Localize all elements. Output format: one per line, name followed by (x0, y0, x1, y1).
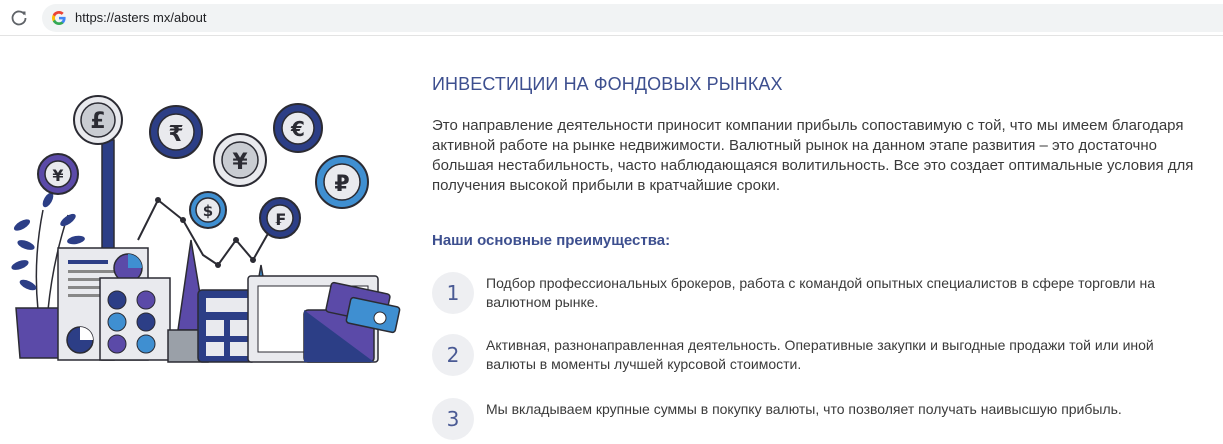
svg-text:¥: ¥ (232, 150, 248, 175)
address-bar[interactable]: https://asters mx/about (42, 4, 1223, 32)
advantage-text: Подбор профессиональных брокеров, работа… (486, 275, 1156, 310)
reload-icon[interactable] (9, 8, 29, 28)
finance-illustration: £ ₹ € ¥ ¥ $ ₽ ₣ (11, 95, 401, 363)
svg-text:¥: ¥ (52, 166, 63, 185)
svg-text:$: $ (203, 202, 213, 220)
advantage-number: 3 (432, 398, 474, 440)
svg-text:£: £ (90, 109, 105, 134)
svg-text:₹: ₹ (168, 122, 183, 147)
advantage-text: Активная, разнонаправленная деятельность… (486, 337, 1154, 372)
document-icon (99, 277, 171, 361)
advantage-text: Мы вкладываем крупные суммы в покупку ва… (486, 401, 1122, 417)
euro-coin-icon: € (273, 103, 323, 153)
yen-coin-icon: ¥ (213, 133, 267, 187)
advantage-item: 1 Подбор профессиональных брокеров, рабо… (432, 272, 1212, 316)
browser-bar: https://asters mx/about (0, 0, 1223, 36)
page-title: ИНВЕСТИЦИИ НА ФОНДОВЫХ РЫНКАХ (432, 74, 783, 94)
rupee-coin-icon: ₹ (149, 105, 203, 159)
advantage-number: 2 (432, 334, 474, 376)
svg-text:€: € (290, 117, 305, 141)
dollar-coin-icon: $ (189, 191, 227, 229)
svg-text:₣: ₣ (274, 210, 285, 229)
ruble-coin-icon: ₽ (315, 155, 369, 209)
google-icon (52, 11, 66, 25)
advantages-title: Наши основные преимущества: (432, 232, 671, 249)
intro-paragraph: Это направление деятельности приносит ко… (432, 117, 1194, 194)
pound-coin-icon: £ (73, 95, 123, 145)
franc-coin-icon: ₣ (259, 197, 301, 239)
url-text: https://asters mx/about (75, 10, 207, 25)
advantage-item: 2 Активная, разнонаправленная деятельнос… (432, 334, 1212, 378)
advantage-number: 1 (432, 272, 474, 314)
yen-coin-icon: ¥ (37, 153, 79, 195)
advantage-item: 3 Мы вкладываем крупные суммы в покупку … (432, 398, 1212, 442)
svg-text:₽: ₽ (334, 172, 349, 197)
